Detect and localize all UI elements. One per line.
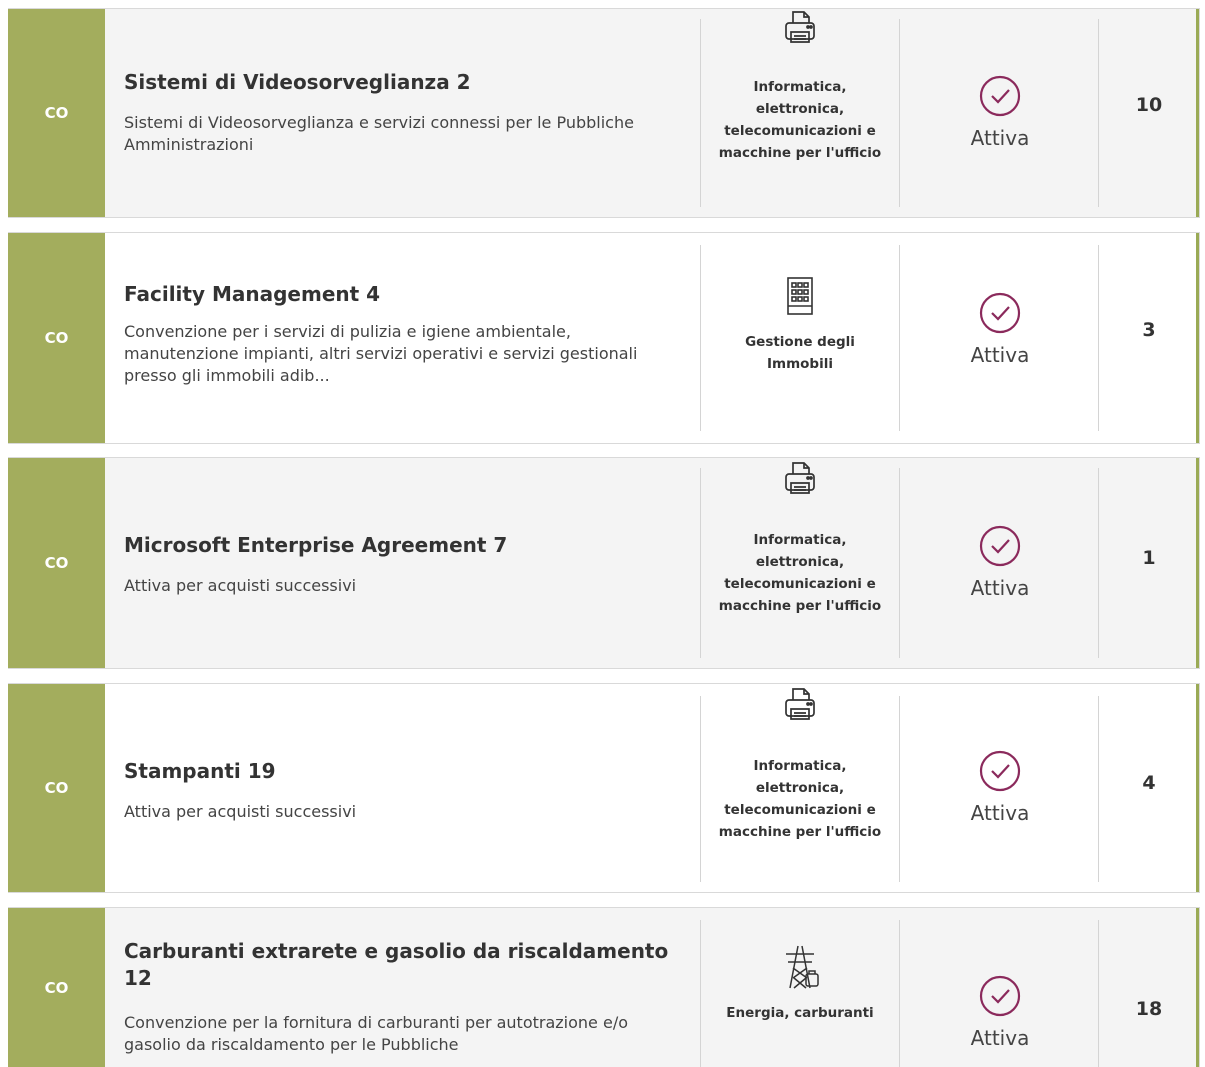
type-tag: CO — [8, 9, 105, 217]
accent-bar — [1196, 233, 1199, 443]
card-description: Sistemi di Videosorveglianza e servizi c… — [124, 113, 634, 154]
check-circle-icon — [901, 974, 1099, 1018]
category-label: Informatica, elettronica, telecomunicazi… — [718, 532, 882, 614]
type-tag: CO — [8, 908, 105, 1067]
card-title[interactable]: Microsoft Enterprise Agreement 7 — [124, 532, 684, 559]
status-cell: Attiva — [901, 524, 1099, 600]
convention-card[interactable]: CO Stampanti 19 Attiva per acquisti succ… — [8, 683, 1200, 893]
power-tower-icon — [701, 944, 899, 990]
status-cell: Attiva — [901, 291, 1099, 367]
category-cell: Informatica, elettronica, telecomunicazi… — [701, 9, 899, 164]
category-cell: Informatica, elettronica, telecomunicazi… — [701, 686, 899, 843]
category-label: Gestione degli Immobili — [745, 334, 855, 372]
category-cell: Energia, carburanti — [701, 944, 899, 1024]
status-label: Attiva — [970, 576, 1030, 600]
check-circle-icon — [901, 749, 1099, 793]
divider — [899, 245, 900, 431]
convention-card[interactable]: CO Facility Management 4 Convenzione per… — [8, 232, 1200, 444]
category-cell: Gestione degli Immobili — [701, 275, 899, 375]
card-title[interactable]: Stampanti 19 — [124, 758, 684, 785]
count-value: 1 — [1142, 547, 1156, 569]
card-description: Convenzione per la fornitura di carburan… — [124, 1013, 628, 1054]
category-cell: Informatica, elettronica, telecomunicazi… — [701, 460, 899, 617]
category-label: Informatica, elettronica, telecomunicazi… — [718, 758, 882, 840]
status-label: Attiva — [970, 1026, 1030, 1050]
convention-card[interactable]: CO Sistemi di Videosorveglianza 2 Sistem… — [8, 8, 1200, 218]
status-label: Attiva — [970, 801, 1030, 825]
printer-icon — [701, 686, 899, 722]
accent-bar — [1196, 458, 1199, 668]
building-icon — [701, 275, 899, 317]
check-circle-icon — [901, 291, 1099, 335]
accent-bar — [1196, 908, 1199, 1067]
check-circle-icon — [901, 74, 1099, 118]
card-description: Convenzione per i servizi di pulizia e i… — [124, 322, 638, 385]
count-value: 3 — [1142, 319, 1156, 341]
accent-bar — [1196, 9, 1199, 217]
type-tag: CO — [8, 684, 105, 892]
card-title[interactable]: Carburanti extrarete e gasolio da riscal… — [124, 938, 684, 992]
category-label: Informatica, elettronica, telecomunicazi… — [718, 79, 882, 161]
status-cell: Attiva — [901, 74, 1099, 150]
printer-icon — [701, 9, 899, 45]
status-label: Attiva — [970, 126, 1030, 150]
divider — [899, 19, 900, 207]
printer-icon — [701, 460, 899, 496]
count-value: 4 — [1142, 772, 1156, 794]
status-label: Attiva — [970, 343, 1030, 367]
type-tag: CO — [8, 233, 105, 443]
accent-bar — [1196, 684, 1199, 892]
divider — [899, 468, 900, 658]
divider — [899, 920, 900, 1067]
convention-card[interactable]: CO Carburanti extrarete e gasolio da ris… — [8, 907, 1200, 1067]
category-label: Energia, carburanti — [726, 1005, 874, 1021]
status-cell: Attiva — [901, 749, 1099, 825]
count-value: 10 — [1135, 94, 1163, 116]
convention-card[interactable]: CO Microsoft Enterprise Agreement 7 Atti… — [8, 457, 1200, 669]
card-description: Attiva per acquisti successivi — [124, 802, 357, 821]
divider — [899, 696, 900, 882]
count-value: 18 — [1135, 998, 1163, 1020]
type-tag: CO — [8, 458, 105, 668]
status-cell: Attiva — [901, 974, 1099, 1050]
check-circle-icon — [901, 524, 1099, 568]
card-description: Attiva per acquisti successivi — [124, 576, 357, 595]
card-title[interactable]: Sistemi di Videosorveglianza 2 — [124, 69, 684, 96]
divider — [1098, 920, 1099, 1067]
card-title[interactable]: Facility Management 4 — [124, 281, 684, 308]
